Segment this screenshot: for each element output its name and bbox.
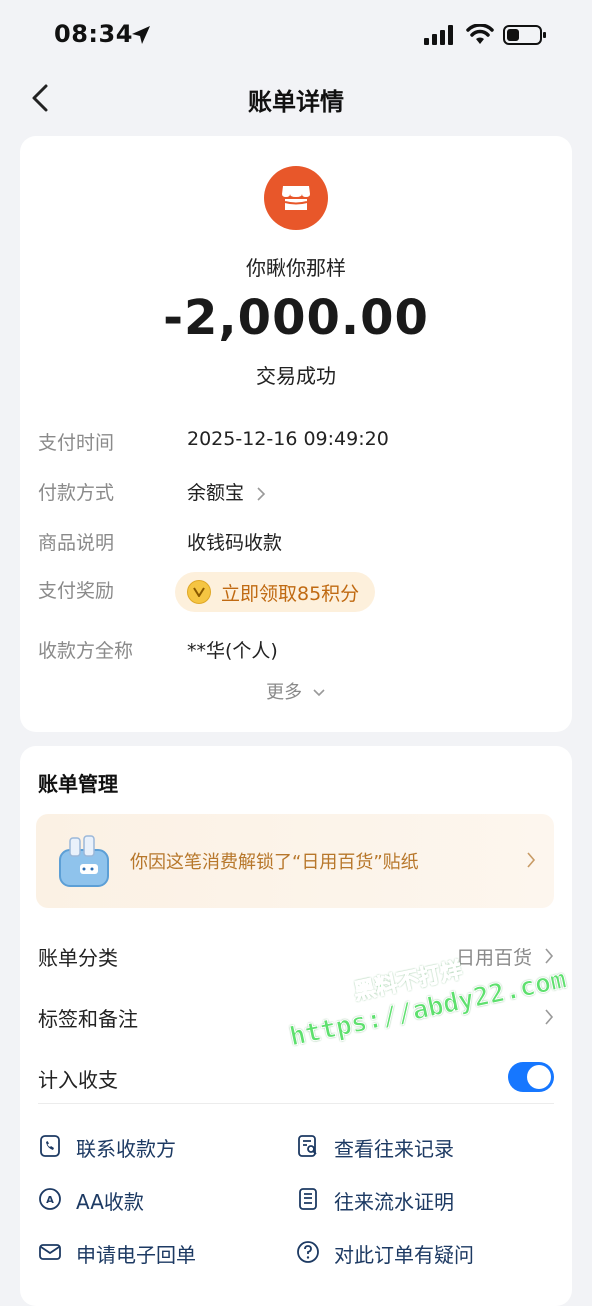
action-label: 查看往来记录	[334, 1137, 454, 1161]
bill-category-row[interactable]: 账单分类 日用百货	[20, 926, 572, 984]
setting-label: 标签和备注	[38, 1007, 138, 1031]
wifi-icon	[466, 24, 494, 44]
battery-icon	[503, 25, 546, 45]
location-arrow-icon	[132, 26, 150, 44]
claim-points-button[interactable]: 立即领取85积分	[175, 572, 376, 612]
detail-row-description: 商品说明 收钱码收款	[20, 522, 572, 562]
toggle-knob	[527, 1065, 551, 1089]
detail-value: 收钱码收款	[187, 532, 283, 554]
income-expense-row: 计入收支	[20, 1048, 572, 1106]
action-label: 申请电子回单	[76, 1243, 196, 1267]
merchant-store-icon	[264, 166, 328, 230]
detail-value: 2025-12-16 09:49:20	[187, 428, 389, 450]
divider	[38, 1103, 554, 1104]
detail-label: 付款方式	[38, 482, 115, 504]
transaction-status: 交易成功	[256, 364, 336, 388]
merchant-name: 你瞅你那样	[246, 256, 346, 280]
document-icon	[299, 1188, 317, 1210]
setting-label: 账单分类	[38, 946, 118, 970]
detail-label: 支付奖励	[38, 580, 115, 602]
svg-text:A: A	[46, 1195, 54, 1206]
more-label: 更多	[266, 682, 303, 703]
section-title: 账单管理	[38, 772, 118, 796]
detail-row-reward: 支付奖励 立即领取85积分	[20, 572, 572, 616]
aa-icon: A	[39, 1188, 61, 1210]
detail-label: 商品说明	[38, 532, 115, 554]
page-title: 账单详情	[248, 88, 344, 116]
status-bar: 08:34	[0, 0, 592, 70]
sticker-unlock-text: 你因这笔消费解锁了“日用百货”贴纸	[130, 852, 419, 873]
action-label: 联系收款方	[76, 1137, 176, 1161]
detail-label: 支付时间	[38, 432, 115, 454]
chevron-right-icon	[545, 948, 554, 964]
detail-row-payee: 收款方全称 **华(个人)	[20, 630, 572, 670]
cellular-signal-icon	[424, 25, 453, 45]
chevron-right-icon	[545, 1009, 554, 1025]
action-label: 往来流水证明	[334, 1190, 454, 1214]
sticker-toaster-icon	[59, 835, 109, 887]
sticker-unlock-banner[interactable]: 你因这笔消费解锁了“日用百货”贴纸	[36, 814, 554, 908]
detail-row-pay-time: 支付时间 2025-12-16 09:49:20	[20, 422, 572, 462]
setting-label: 计入收支	[38, 1068, 118, 1092]
chevron-right-icon	[527, 852, 536, 868]
mail-icon	[39, 1244, 61, 1260]
transaction-amount: -2,000.00	[163, 290, 429, 346]
income-expense-toggle[interactable]	[508, 1062, 554, 1092]
more-details-link[interactable]: 更多	[20, 678, 572, 704]
phone-icon	[40, 1135, 60, 1157]
bill-management-card: 账单管理 你因这笔消费解锁了“日用百货”贴纸 账单分类 日用百货 标签和备注 计…	[20, 746, 572, 1306]
payment-method-link[interactable]: 余额宝	[187, 478, 266, 505]
action-label: 对此订单有疑问	[334, 1243, 474, 1267]
chevron-right-icon	[257, 486, 266, 501]
claim-points-label: 立即领取85积分	[221, 582, 360, 605]
record-search-icon	[298, 1135, 317, 1157]
tags-notes-row[interactable]: 标签和备注	[20, 987, 572, 1045]
chevron-down-icon	[313, 689, 325, 697]
question-icon	[297, 1241, 319, 1263]
nav-bar: 账单详情	[0, 70, 592, 126]
category-value: 日用百货	[455, 947, 532, 969]
detail-row-payment-method[interactable]: 付款方式 余额宝	[20, 472, 572, 512]
points-coin-icon	[187, 580, 211, 604]
detail-value: **华(个人)	[187, 640, 278, 662]
action-label: AA收款	[76, 1190, 144, 1214]
detail-label: 收款方全称	[38, 640, 134, 662]
detail-value: 余额宝	[187, 482, 245, 504]
bill-summary-card: 你瞅你那样 -2,000.00 交易成功 支付时间 2025-12-16 09:…	[20, 136, 572, 732]
status-time: 08:34	[54, 20, 133, 48]
